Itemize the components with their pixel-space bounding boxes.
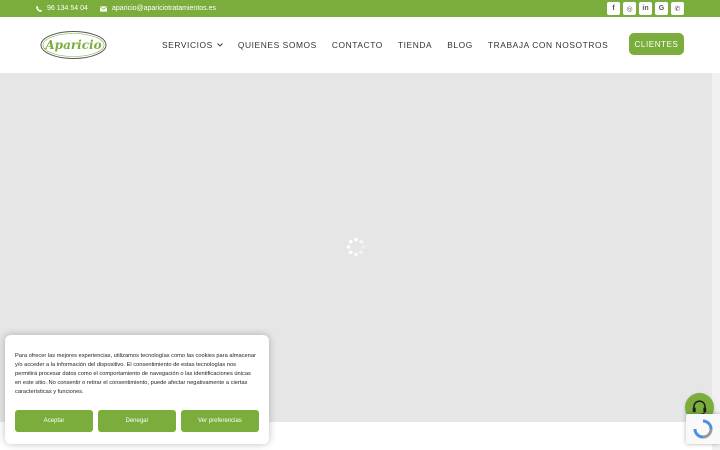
cookie-banner: Para ofrecer las mejores experiencias, u…	[5, 335, 269, 444]
chevron-down-icon	[217, 43, 223, 47]
cookie-message: Para ofrecer las mejores experiencias, u…	[15, 353, 256, 395]
google-icon[interactable]: G	[655, 2, 668, 15]
instagram-icon[interactable]: ◎	[623, 2, 636, 15]
nav-servicios[interactable]: SERVICIOS	[162, 40, 223, 50]
main-nav: SERVICIOS QUIENES SOMOS CONTACTO TIENDA …	[162, 17, 623, 73]
accept-cookies-button[interactable]: Aceptar	[15, 410, 93, 432]
nav-servicios-label: SERVICIOS	[162, 40, 213, 50]
phone-contact[interactable]: 96 134 54 04	[36, 0, 88, 17]
nav-contacto[interactable]: CONTACTO	[332, 40, 383, 50]
facebook-icon[interactable]: f	[607, 2, 620, 15]
clients-button[interactable]: CLIENTES	[629, 33, 684, 55]
phone-icon[interactable]: ✆	[671, 2, 684, 15]
nav-blog[interactable]: BLOG	[447, 40, 473, 50]
logo[interactable]: Aparicio	[40, 30, 107, 60]
email-contact[interactable]: aparicio@apariciotratamientos.es	[100, 0, 216, 17]
social-links: f ◎ in G ✆	[607, 2, 684, 15]
nav-tienda[interactable]: TIENDA	[398, 40, 432, 50]
nav-quienes-somos[interactable]: QUIENES SOMOS	[238, 40, 317, 50]
deny-cookies-button[interactable]: Denegar	[98, 410, 176, 432]
top-bar: 96 134 54 04 aparicio@apariciotratamient…	[0, 0, 720, 17]
mail-icon	[100, 5, 107, 12]
page-scrollbar[interactable]	[712, 73, 720, 450]
loading-spinner-icon	[346, 237, 366, 257]
logo-text: Aparicio	[45, 38, 102, 52]
recaptcha-icon	[693, 419, 713, 439]
linkedin-icon[interactable]: in	[639, 2, 652, 15]
phone-number: 96 134 54 04	[47, 5, 88, 12]
cookie-preferences-button[interactable]: Ver preferencias	[181, 410, 259, 432]
phone-icon	[36, 5, 42, 12]
email-address: aparicio@apariciotratamientos.es	[112, 5, 216, 12]
site-header: Aparicio SERVICIOS QUIENES SOMOS CONTACT…	[0, 17, 720, 73]
nav-trabaja-con-nosotros[interactable]: TRABAJA CON NOSOTROS	[488, 40, 608, 50]
recaptcha-badge[interactable]	[686, 414, 720, 444]
